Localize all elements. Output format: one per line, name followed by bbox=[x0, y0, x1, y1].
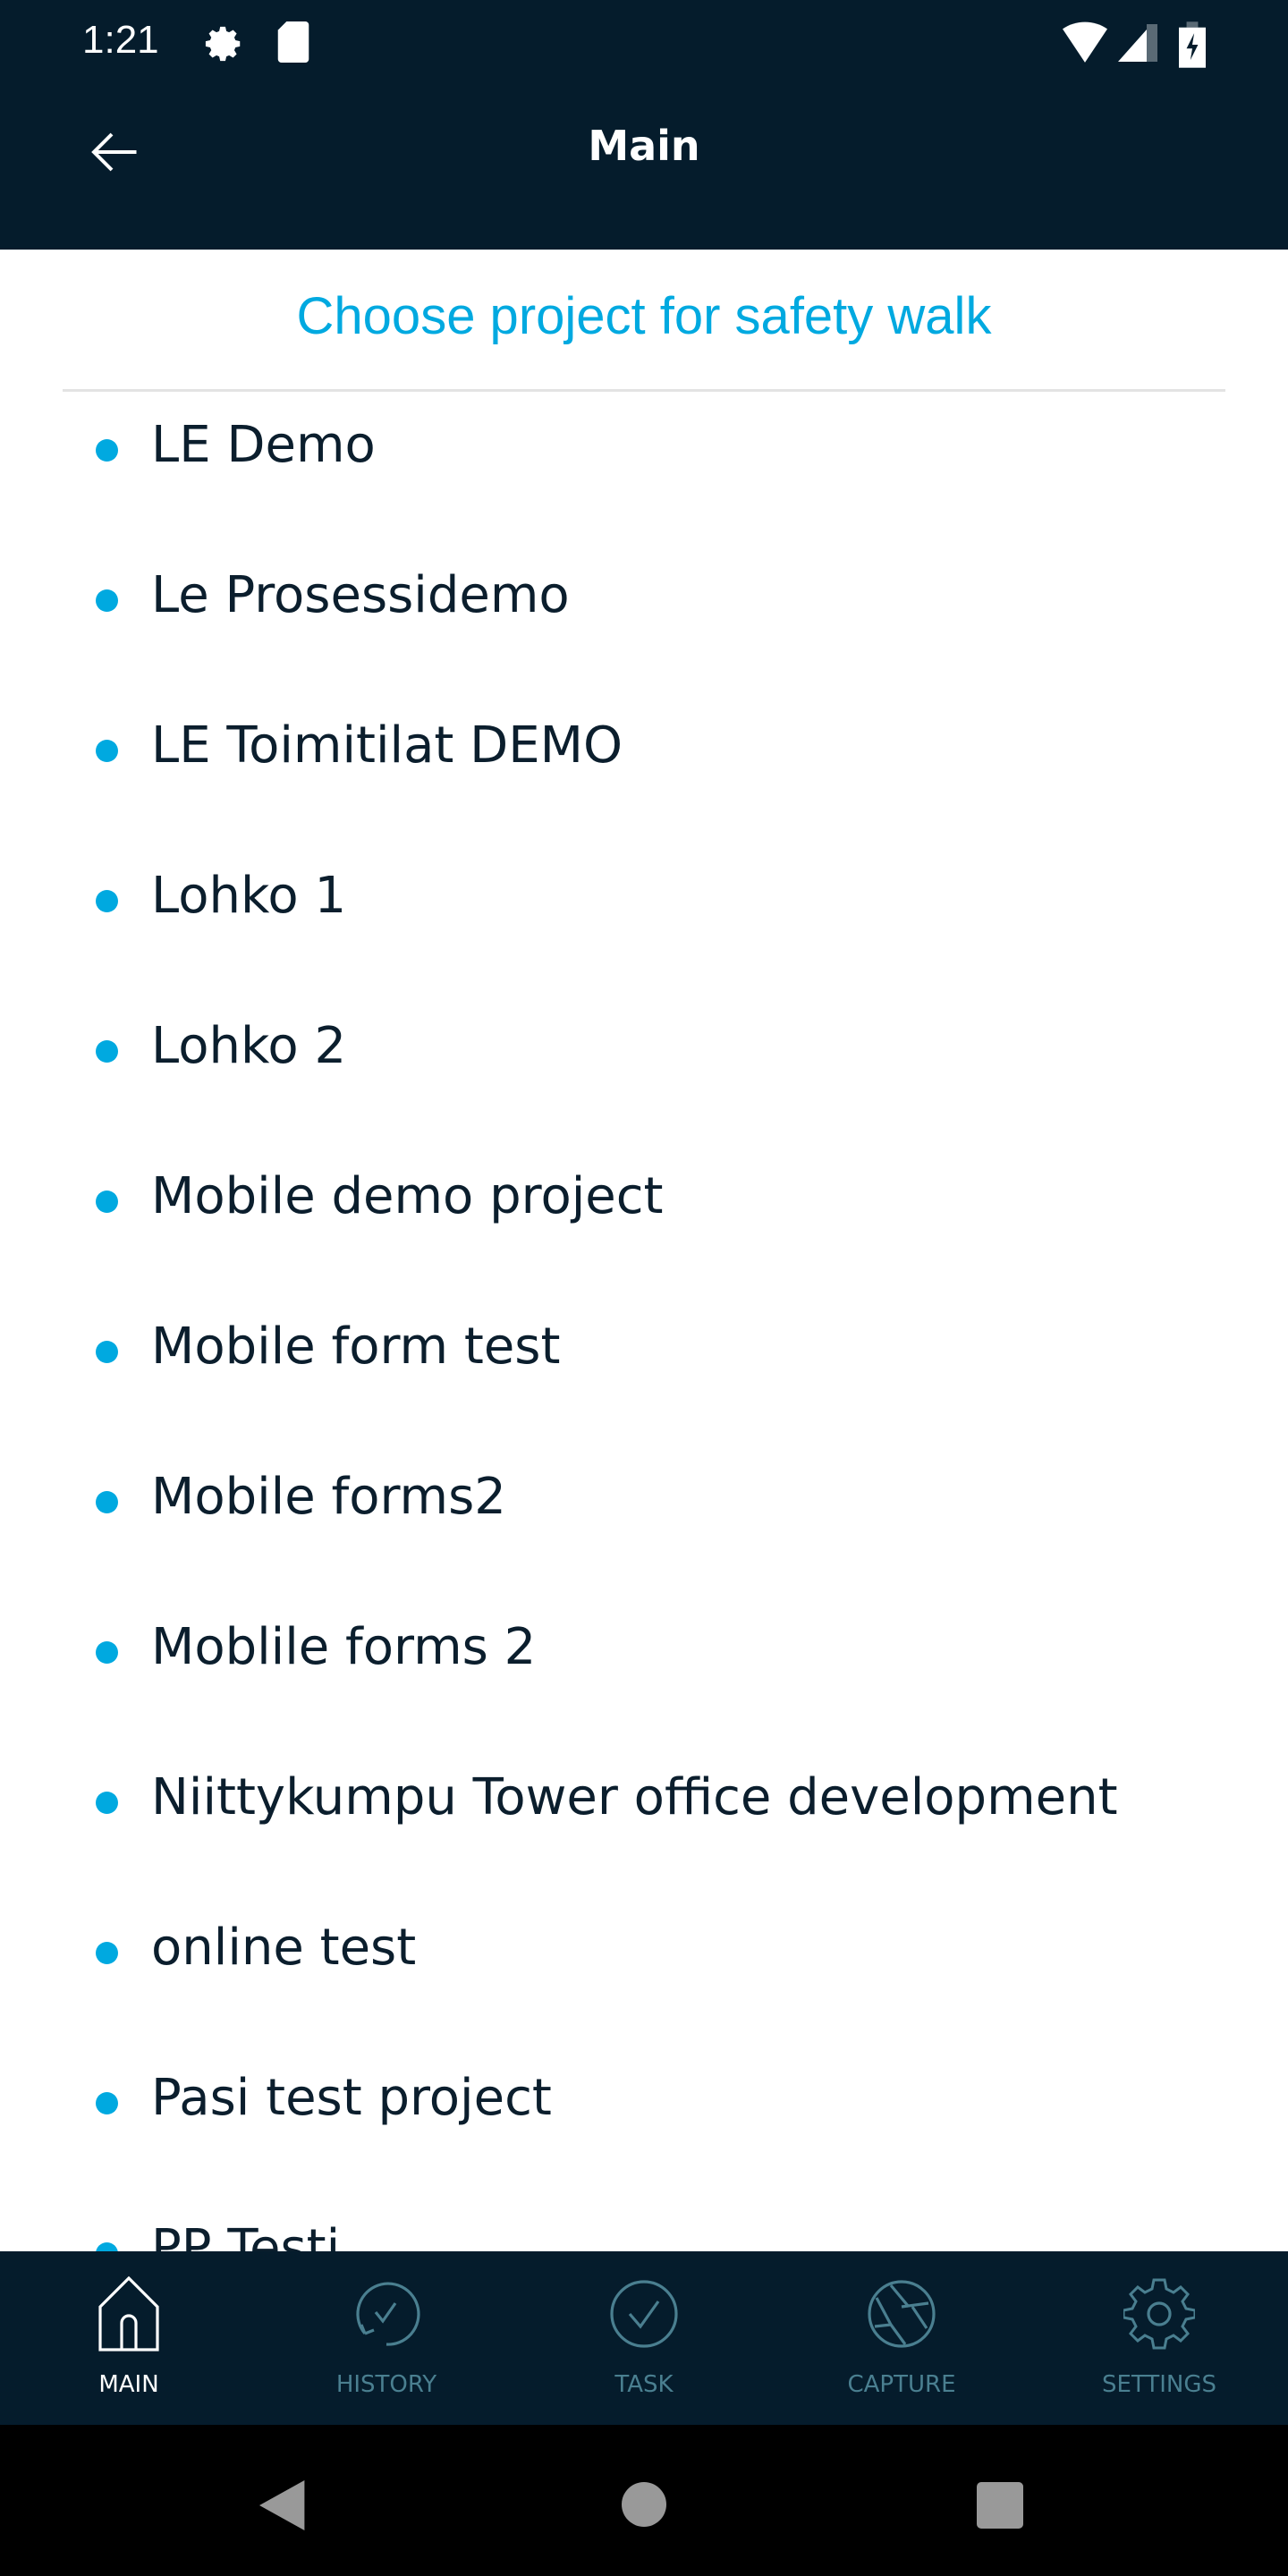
task-check-icon bbox=[610, 2280, 678, 2348]
system-back-icon[interactable] bbox=[259, 2480, 309, 2530]
history-icon bbox=[356, 2282, 420, 2346]
project-list-item[interactable]: Pasi test project bbox=[0, 2060, 1288, 2210]
project-list-item[interactable]: Le Prosessidemo bbox=[0, 557, 1288, 708]
bullet-icon bbox=[96, 1942, 118, 1964]
camera-aperture-icon bbox=[868, 2280, 936, 2348]
project-name: PP Testi bbox=[151, 2219, 341, 2251]
settings-icon bbox=[205, 26, 241, 62]
project-list-item[interactable]: Lohko 1 bbox=[0, 858, 1288, 1008]
bullet-icon bbox=[96, 2242, 118, 2251]
home-icon bbox=[98, 2276, 159, 2351]
battery-charging-icon bbox=[1179, 21, 1206, 68]
project-list-item[interactable]: LE Demo bbox=[0, 407, 1288, 557]
tab-label: TASK bbox=[614, 2371, 674, 2398]
tab-label: MAIN bbox=[98, 2371, 159, 2398]
status-bar: 1:21 bbox=[0, 11, 1288, 73]
project-list[interactable]: LE Demo Le Prosessidemo LE Toimitilat DEMO… bbox=[0, 407, 1288, 2251]
project-list-item[interactable]: Moblile forms 2 bbox=[0, 1609, 1288, 1759]
tab-label: HISTORY bbox=[335, 2371, 437, 2398]
bullet-icon bbox=[96, 740, 118, 762]
project-name: Pasi test project bbox=[151, 2069, 552, 2127]
gear-icon bbox=[1123, 2278, 1195, 2350]
project-name: Mobile form test bbox=[151, 1318, 561, 1376]
app-header: 1:21 Main bbox=[0, 0, 1288, 250]
project-name: Mobile forms2 bbox=[151, 1468, 506, 1526]
system-recents-icon[interactable] bbox=[977, 2482, 1023, 2529]
project-list-item[interactable]: Lohko 2 bbox=[0, 1008, 1288, 1158]
bullet-icon bbox=[96, 1491, 118, 1513]
project-list-item[interactable]: online test bbox=[0, 1910, 1288, 2060]
page-title: Main bbox=[588, 122, 700, 170]
bullet-icon bbox=[96, 1792, 118, 1814]
tab-settings[interactable]: SETTINGS bbox=[1030, 2251, 1288, 2425]
project-name: Mobile demo project bbox=[151, 1167, 664, 1225]
project-name: online test bbox=[151, 1919, 417, 1977]
bullet-icon bbox=[96, 439, 118, 462]
bullet-icon bbox=[96, 589, 118, 612]
project-name: LE Toimitilat DEMO bbox=[151, 716, 623, 775]
system-home-icon[interactable] bbox=[622, 2482, 666, 2527]
wifi-icon bbox=[1063, 21, 1107, 63]
section-heading: Choose project for safety walk bbox=[296, 287, 992, 345]
system-navigation-bar bbox=[0, 2425, 1288, 2576]
project-list-item[interactable]: LE Toimitilat DEMO bbox=[0, 708, 1288, 858]
bullet-icon bbox=[96, 1040, 118, 1063]
project-list-item[interactable]: Niittykumpu Tower office development bbox=[0, 1759, 1288, 1910]
project-name: LE Demo bbox=[151, 416, 376, 474]
project-list-item[interactable]: PP Testi bbox=[0, 2210, 1288, 2251]
divider bbox=[63, 389, 1225, 392]
tab-label: CAPTURE bbox=[847, 2371, 956, 2398]
tab-capture[interactable]: CAPTURE bbox=[773, 2251, 1030, 2425]
status-time: 1:21 bbox=[82, 18, 159, 62]
project-list-item[interactable]: Mobile form test bbox=[0, 1309, 1288, 1459]
project-name: Niittykumpu Tower office development bbox=[151, 1768, 1118, 1826]
tab-history[interactable]: HISTORY bbox=[258, 2251, 515, 2425]
bullet-icon bbox=[96, 1341, 118, 1363]
project-name: Lohko 1 bbox=[151, 867, 347, 925]
project-name: Le Prosessidemo bbox=[151, 566, 570, 624]
bullet-icon bbox=[96, 1191, 118, 1213]
tab-label: SETTINGS bbox=[1101, 2371, 1216, 2398]
tab-main[interactable]: MAIN bbox=[0, 2251, 258, 2425]
bottom-nav: MAIN HISTORY TASK CAPTURE SETTINGS bbox=[0, 2251, 1288, 2425]
bullet-icon bbox=[96, 2092, 118, 2114]
sd-card-icon bbox=[277, 21, 309, 63]
bullet-icon bbox=[96, 1641, 118, 1664]
project-name: Lohko 2 bbox=[151, 1017, 347, 1075]
bullet-icon bbox=[96, 890, 118, 912]
project-list-item[interactable]: Mobile forms2 bbox=[0, 1459, 1288, 1609]
project-name: Moblile forms 2 bbox=[151, 1618, 537, 1676]
signal-icon bbox=[1118, 24, 1157, 62]
project-list-item[interactable]: Mobile demo project bbox=[0, 1158, 1288, 1309]
tab-task[interactable]: TASK bbox=[515, 2251, 773, 2425]
